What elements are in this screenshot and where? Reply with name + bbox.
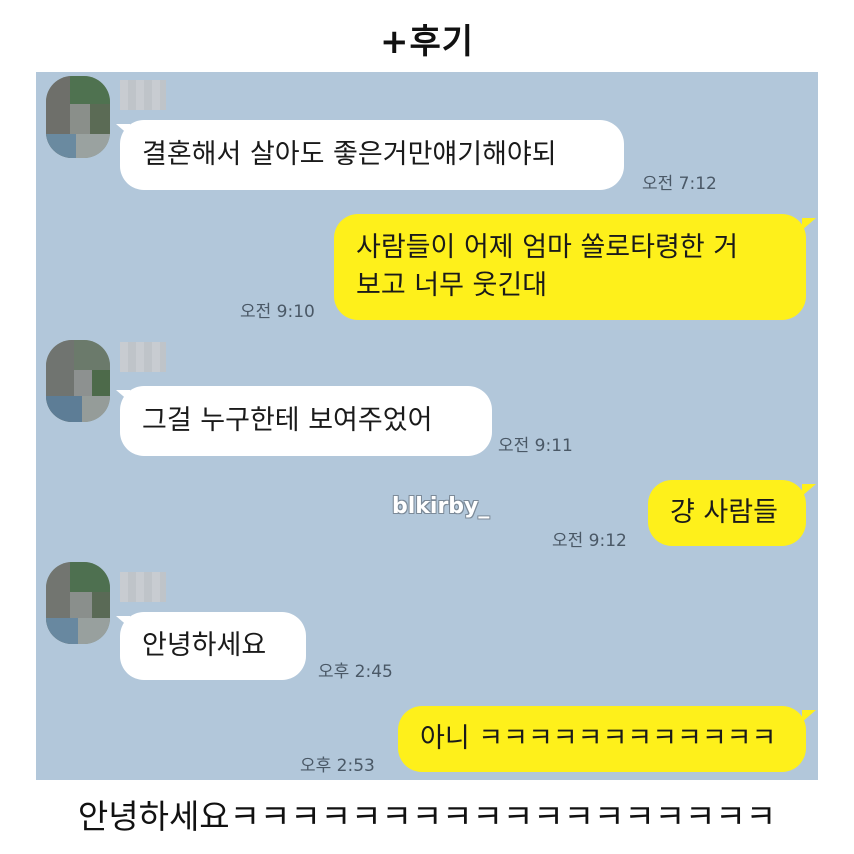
chat-window[interactable]: 결혼해서 살아도 좋은거만얘기해야되 오전 7:12 사람들이 어제 엄마 쏠로…: [36, 72, 818, 780]
page-title: +후기: [379, 22, 475, 62]
message-time: 오전 9:12: [552, 531, 627, 551]
watermark-text: blkirby_: [392, 494, 490, 519]
contact-avatar[interactable]: [46, 76, 110, 158]
message-bubble-outgoing[interactable]: 사람들이 어제 엄마 쏠로타령한 거 보고 너무 웃긴대: [334, 214, 806, 320]
message-time: 오후 2:53: [300, 756, 375, 776]
contact-avatar[interactable]: [46, 340, 110, 422]
contact-avatar[interactable]: [46, 562, 110, 644]
message-bubble-outgoing[interactable]: 아니 ㅋㅋㅋㅋㅋㅋㅋㅋㅋㅋㅋㅋ: [398, 706, 806, 772]
bubble-tail: [802, 484, 816, 496]
message-time: 오전 7:12: [642, 174, 717, 194]
contact-name-blurred: [120, 80, 166, 110]
message-text-line: 보고 너무 웃긴대: [356, 270, 548, 301]
message-bubble-incoming[interactable]: 안녕하세요: [120, 612, 306, 680]
message-time: 오전 9:10: [240, 302, 315, 322]
caption-text: 안녕하세요ㅋㅋㅋㅋㅋㅋㅋㅋㅋㅋㅋㅋㅋㅋㅋㅋㅋㅋ: [77, 797, 777, 836]
message-text: 그걸 누구한테 보여주었어: [142, 405, 433, 436]
message-text: 안녕하세요: [142, 630, 267, 661]
message-bubble-incoming[interactable]: 결혼해서 살아도 좋은거만얘기해야되: [120, 120, 624, 190]
message-bubble-incoming[interactable]: 그걸 누구한테 보여주었어: [120, 386, 492, 456]
bubble-tail: [802, 218, 816, 230]
message-time: 오전 9:11: [498, 436, 573, 456]
message-text: 걍 사람들: [670, 497, 778, 528]
message-bubble-outgoing[interactable]: 걍 사람들: [648, 480, 806, 546]
contact-name-blurred: [120, 342, 166, 372]
message-text-line: 사람들이 어제 엄마 쏠로타령한 거: [356, 232, 739, 263]
bubble-tail: [802, 710, 816, 722]
message-time: 오후 2:45: [318, 662, 393, 682]
message-text: 아니 ㅋㅋㅋㅋㅋㅋㅋㅋㅋㅋㅋㅋ: [420, 723, 777, 754]
message-text: 결혼해서 살아도 좋은거만얘기해야되: [142, 139, 557, 170]
contact-name-blurred: [120, 572, 166, 602]
